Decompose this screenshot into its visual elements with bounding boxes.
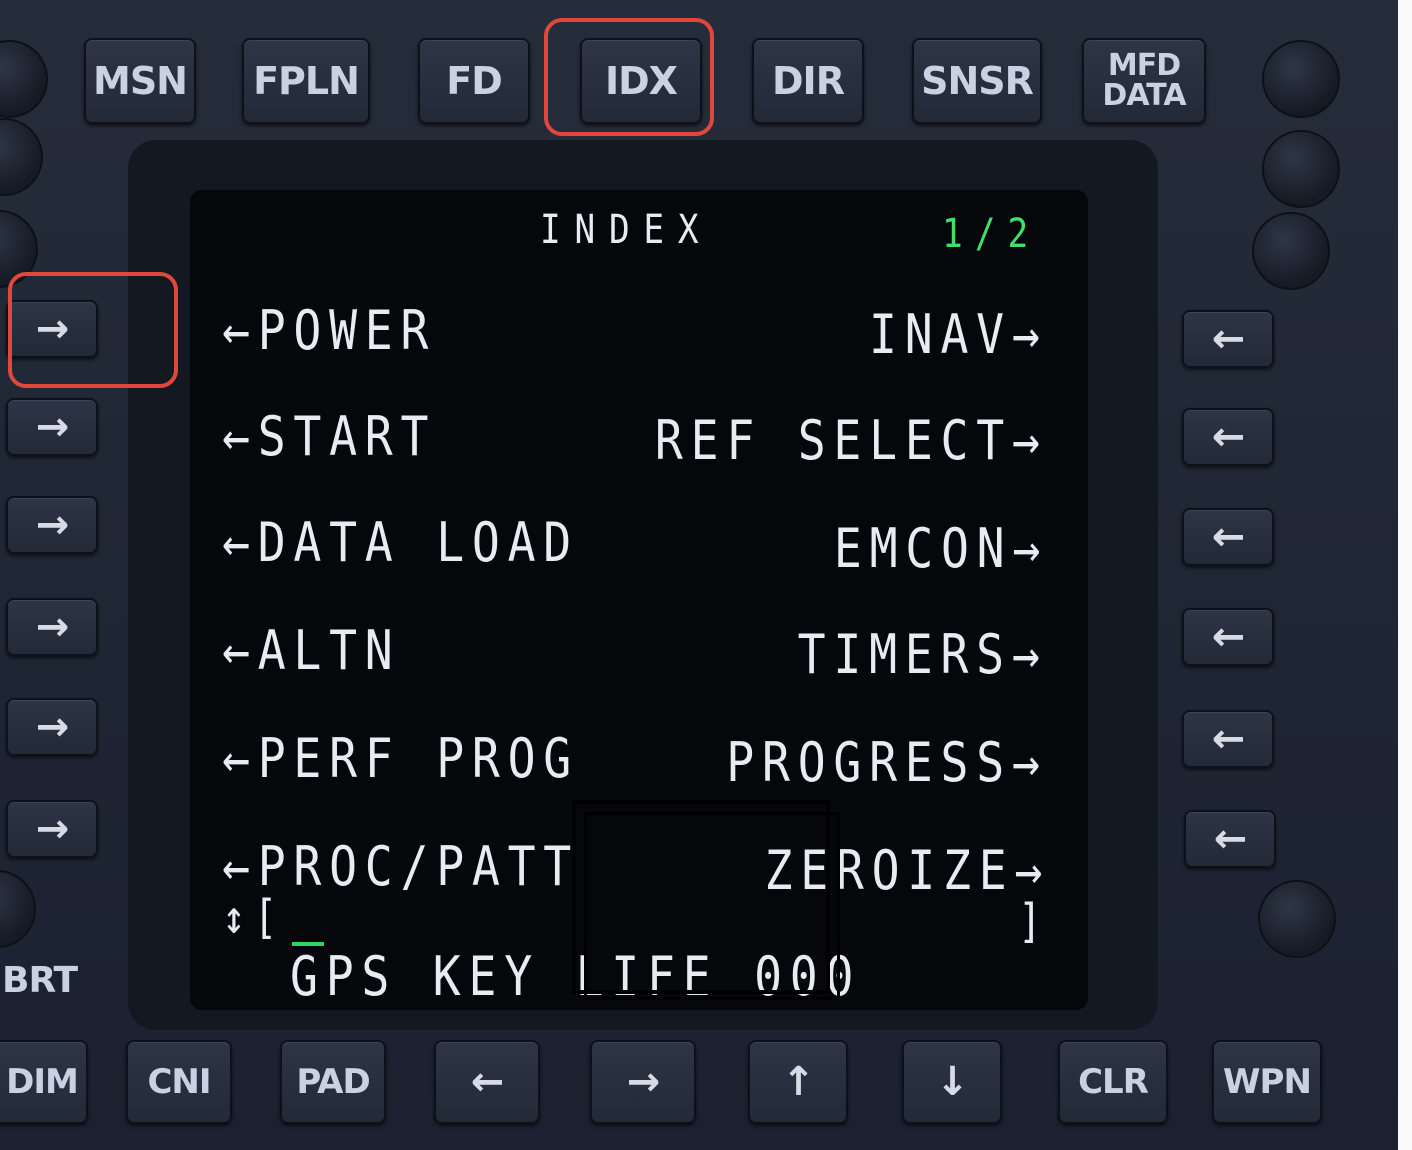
lsk-left-6[interactable]: →	[6, 800, 98, 858]
scratchpad-open: ↕[	[222, 890, 286, 944]
lsk-left-2[interactable]: →	[6, 398, 98, 456]
menu-emcon: EMCON→	[833, 517, 1048, 580]
scratchpad-close: ]	[1018, 894, 1050, 948]
lsk-left-4[interactable]: →	[6, 598, 98, 656]
arrow-left-icon: ←	[1213, 816, 1248, 862]
arrow-left-icon: ←	[1211, 716, 1246, 762]
menu-data-load: ←DATA LOAD	[222, 511, 579, 574]
fd-key[interactable]: FD	[418, 38, 530, 124]
menu-altn: ←ALTN	[222, 619, 401, 682]
arrow-left-icon: ←	[470, 1059, 505, 1105]
arrow-up-icon: ↑	[781, 1059, 816, 1105]
lsk-right-3[interactable]: ←	[1182, 508, 1274, 566]
menu-timers: TIMERS→	[798, 623, 1048, 686]
lsk-left-5[interactable]: →	[6, 698, 98, 756]
arrow-left-icon: ←	[1211, 414, 1246, 460]
arrow-right-icon: →	[35, 404, 70, 450]
pad-key[interactable]: PAD	[280, 1040, 386, 1124]
menu-proc-patt: ←PROC/PATT	[222, 835, 579, 898]
arrow-right-icon: →	[626, 1059, 661, 1105]
page-number: 1/2	[942, 211, 1041, 257]
dir-key[interactable]: DIR	[752, 38, 864, 124]
menu-progress: PROGRESS→	[726, 731, 1048, 794]
knob-right-bottom	[1258, 880, 1336, 958]
arrow-left-icon: ←	[1211, 316, 1246, 362]
menu-ref-select: REF SELECT→	[655, 409, 1048, 472]
arrow-down-icon: ↓	[935, 1059, 970, 1105]
arrow-right-icon: →	[35, 604, 70, 650]
menu-start: ←START	[222, 405, 437, 468]
lsk-right-6[interactable]: ←	[1184, 810, 1276, 868]
arrow-left-icon: ←	[1211, 514, 1246, 560]
brt-label: BRT	[2, 960, 78, 1001]
knob-right-3	[1252, 212, 1330, 290]
cni-key[interactable]: CNI	[126, 1040, 232, 1124]
lsk-right-2[interactable]: ←	[1182, 408, 1274, 466]
fpln-key[interactable]: FPLN	[242, 38, 370, 124]
knob-right-2	[1262, 130, 1340, 208]
arrow-right-icon: →	[35, 806, 70, 852]
wpn-key[interactable]: WPN	[1212, 1040, 1322, 1124]
arrow-up-key[interactable]: ↑	[748, 1040, 848, 1124]
msn-key[interactable]: MSN	[84, 38, 196, 124]
arrow-left-key[interactable]: ←	[434, 1040, 540, 1124]
dim-label: DIM	[6, 1062, 79, 1102]
lsk-right-5[interactable]: ←	[1182, 710, 1274, 768]
mfd-data-line2: DATA	[1102, 78, 1186, 113]
menu-inav: INAV→	[869, 303, 1048, 366]
arrow-right-icon: →	[35, 704, 70, 750]
mfd-data-key[interactable]: MFD DATA	[1082, 38, 1206, 124]
lsk-right-1[interactable]: ←	[1182, 310, 1274, 368]
highlight-lsk-left-1	[8, 272, 178, 388]
arrow-down-key[interactable]: ↓	[902, 1040, 1002, 1124]
lsk-left-3[interactable]: →	[6, 496, 98, 554]
arrow-left-icon: ←	[1211, 614, 1246, 660]
dim-key[interactable]: DIM	[0, 1040, 88, 1124]
page-title: INDEX	[540, 207, 713, 253]
mfd-data-line1: MFD	[1107, 48, 1181, 83]
menu-perf-prog: ←PERF PROG	[222, 727, 579, 790]
menu-power: ←POWER	[222, 299, 437, 362]
annotation-box-2	[584, 812, 840, 1000]
arrow-right-icon: →	[35, 502, 70, 548]
snsr-key[interactable]: SNSR	[912, 38, 1042, 124]
clr-key[interactable]: CLR	[1058, 1040, 1168, 1124]
highlight-idx	[544, 18, 714, 136]
lsk-right-4[interactable]: ←	[1182, 608, 1274, 666]
knob-top-right	[1262, 40, 1340, 118]
arrow-right-key[interactable]: →	[590, 1040, 696, 1124]
window-edge	[1398, 0, 1412, 1150]
